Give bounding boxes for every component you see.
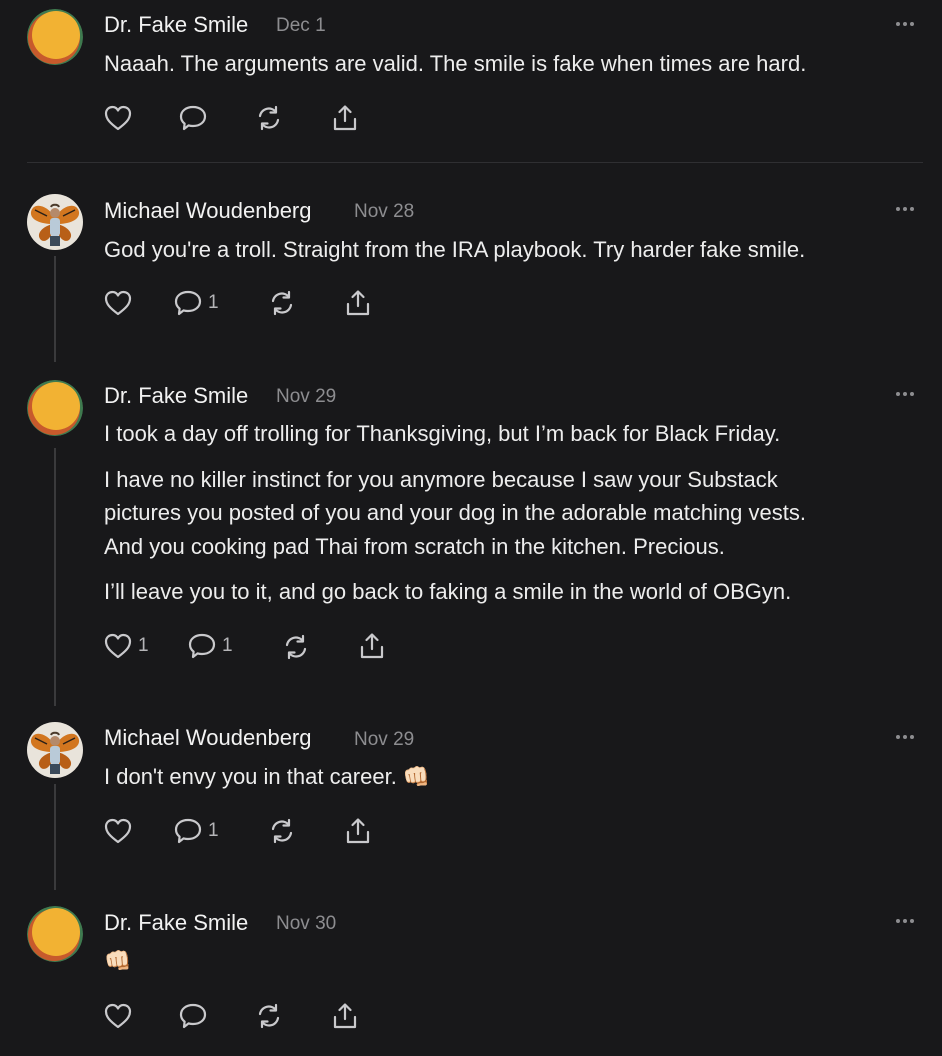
heart-icon — [104, 105, 132, 131]
thread-line — [54, 448, 56, 706]
more-options-button[interactable] — [896, 388, 922, 400]
avatar-dr-fake-smile[interactable] — [27, 380, 83, 436]
orange-circle-logo-icon — [27, 9, 83, 65]
thread-line — [54, 784, 56, 890]
like-button[interactable] — [104, 103, 132, 133]
restack-button[interactable] — [255, 1001, 283, 1031]
share-icon — [346, 818, 370, 844]
comment-text: pictures you posted of you and your dog … — [104, 500, 806, 525]
comment-text: I don't envy you in that career. 👊🏻 — [104, 764, 431, 789]
comment-date[interactable]: Dec 1 — [276, 15, 326, 37]
reply-button[interactable]: 1 — [174, 288, 219, 318]
more-options-button[interactable] — [896, 731, 922, 743]
restack-button[interactable] — [255, 103, 283, 133]
butterfly-wings-photo-icon — [27, 194, 83, 250]
restack-icon — [271, 818, 293, 844]
avatar-michael-woudenberg[interactable] — [27, 722, 83, 778]
reply-button[interactable]: 1 — [188, 631, 233, 661]
avatar-dr-fake-smile[interactable] — [27, 906, 83, 962]
thread-line — [54, 256, 56, 362]
more-options-button[interactable] — [896, 203, 922, 215]
heart-icon — [104, 633, 132, 659]
share-button[interactable] — [331, 103, 359, 133]
comment-date[interactable]: Nov 28 — [354, 201, 414, 223]
share-button[interactable] — [358, 631, 386, 661]
comment-text: I took a day off trolling for Thanksgivi… — [104, 421, 781, 446]
avatar-dr-fake-smile[interactable] — [27, 9, 83, 65]
restack-button[interactable] — [268, 816, 296, 846]
reply-count: 1 — [208, 820, 219, 841]
heart-icon — [104, 290, 132, 316]
comment-text: Naaah. The arguments are valid. The smil… — [104, 51, 807, 76]
like-button[interactable] — [104, 816, 132, 846]
reply-button[interactable]: 1 — [174, 816, 219, 846]
thread-divider — [27, 162, 923, 163]
comment-date[interactable]: Nov 29 — [276, 386, 336, 408]
restack-button[interactable] — [268, 288, 296, 318]
comment-text: I’ll leave you to it, and go back to fak… — [104, 579, 792, 604]
share-icon — [346, 290, 370, 316]
author-name[interactable]: Dr. Fake Smile — [104, 383, 248, 409]
reply-count: 1 — [222, 635, 233, 656]
comment-text: And you cooking pad Thai from scratch in… — [104, 534, 725, 559]
reply-count: 1 — [208, 292, 219, 313]
like-button[interactable] — [104, 1001, 132, 1031]
comment-text: I have no killer instinct for you anymor… — [104, 467, 778, 492]
restack-icon — [271, 290, 293, 316]
restack-icon — [285, 634, 307, 660]
restack-icon — [258, 1003, 280, 1029]
comment-bubble-icon — [188, 633, 216, 659]
author-name[interactable]: Dr. Fake Smile — [104, 910, 248, 936]
comment-bubble-icon — [174, 290, 202, 316]
restack-button[interactable] — [282, 632, 310, 662]
avatar-michael-woudenberg[interactable] — [27, 194, 83, 250]
share-icon — [333, 1003, 357, 1029]
author-name[interactable]: Michael Woudenberg — [104, 725, 312, 751]
more-options-button[interactable] — [896, 18, 922, 30]
heart-icon — [104, 818, 132, 844]
orange-circle-logo-icon — [27, 906, 83, 962]
comment-text: God you're a troll. Straight from the IR… — [104, 237, 806, 262]
share-button[interactable] — [344, 816, 372, 846]
comment-bubble-icon — [179, 1003, 207, 1029]
comment-date[interactable]: Nov 29 — [354, 729, 414, 751]
comment-text: 👊🏻 — [104, 948, 132, 973]
butterfly-wings-photo-icon — [27, 722, 83, 778]
like-count: 1 — [138, 635, 149, 656]
like-button[interactable] — [104, 288, 132, 318]
share-icon — [360, 633, 384, 659]
share-button[interactable] — [344, 288, 372, 318]
heart-icon — [104, 1003, 132, 1029]
share-icon — [333, 105, 357, 131]
more-options-button[interactable] — [896, 915, 922, 927]
author-name[interactable]: Dr. Fake Smile — [104, 12, 248, 38]
comment-bubble-icon — [179, 105, 207, 131]
orange-circle-logo-icon — [27, 380, 83, 436]
reply-button[interactable] — [179, 1001, 207, 1031]
comment-bubble-icon — [174, 818, 202, 844]
like-button[interactable]: 1 — [104, 631, 149, 661]
reply-button[interactable] — [179, 103, 207, 133]
share-button[interactable] — [331, 1001, 359, 1031]
restack-icon — [258, 105, 280, 131]
comment-date[interactable]: Nov 30 — [276, 913, 336, 935]
author-name[interactable]: Michael Woudenberg — [104, 198, 312, 224]
